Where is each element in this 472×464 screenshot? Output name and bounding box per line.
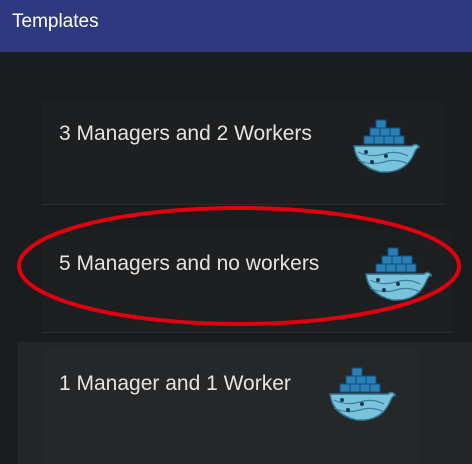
docker-whale-icon	[365, 247, 432, 301]
app-header: Templates	[0, 0, 472, 52]
template-list: 3 Managers and 2 Workers 5 Managers and	[0, 52, 472, 464]
template-label: 1 Manager and 1 Worker	[59, 372, 291, 395]
docker-whale-icon	[329, 367, 396, 421]
docker-whale-icon	[353, 119, 420, 173]
template-item-1-manager-1-worker[interactable]: 1 Manager and 1 Worker	[42, 347, 420, 464]
template-label: 3 Managers and 2 Workers	[59, 122, 312, 145]
template-item-3-managers-2-workers[interactable]: 3 Managers and 2 Workers	[42, 102, 444, 205]
template-label: 5 Managers and no workers	[59, 252, 320, 275]
template-item-5-managers-no-workers[interactable]: 5 Managers and no workers	[42, 230, 452, 333]
page-title: Templates	[12, 11, 99, 32]
